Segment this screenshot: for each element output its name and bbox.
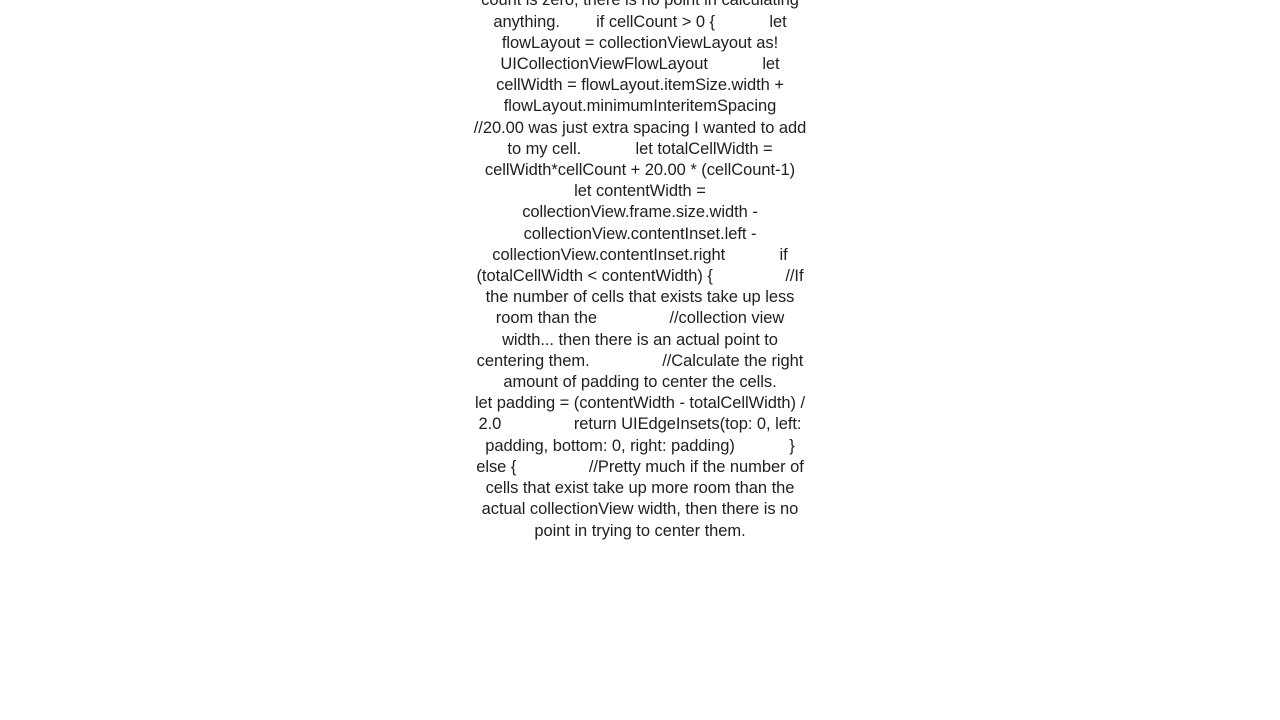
page-canvas: func collectionView(_ collectionView: UI…: [0, 0, 1280, 720]
code-text-column: func collectionView(_ collectionView: UI…: [470, 0, 810, 542]
code-snippet-text: func collectionView(_ collectionView: UI…: [473, 0, 807, 540]
